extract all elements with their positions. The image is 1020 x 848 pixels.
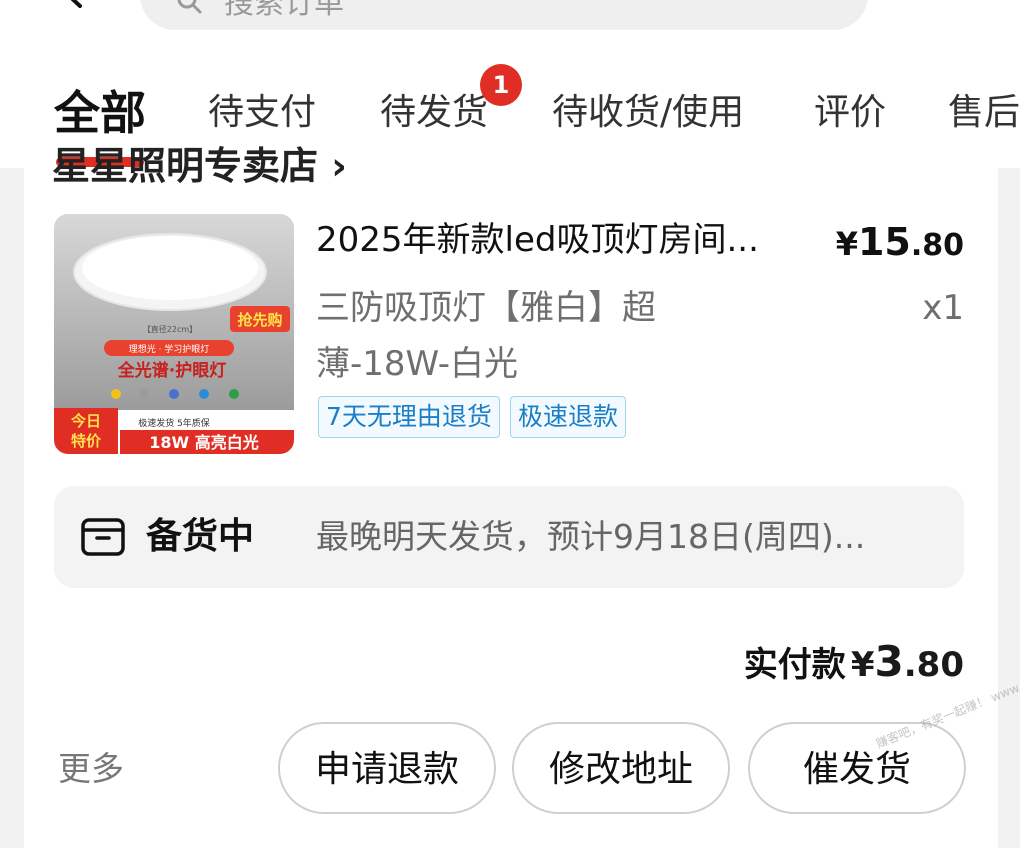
shipping-status-text: 最晚明天发货，预计9月18日(周四)... <box>316 517 866 556</box>
shipping-status-label: 备货中 <box>146 516 255 557</box>
search-placeholder: 搜索订单 <box>224 0 344 21</box>
ceiling-lamp-product-image: 抢先购 【直径22cm】 理想光 · 学习护眼灯 全光谱·护眼灯 今日 特价 极… <box>54 214 294 454</box>
svg-text:18W 高亮白光: 18W 高亮白光 <box>149 433 259 452</box>
promo-badge-text: 抢先购 <box>237 311 282 329</box>
search-icon <box>177 0 202 14</box>
return-policy-tag: 7天无理由退货 <box>318 396 500 438</box>
shop-name[interactable]: 星星照明专卖店 › <box>52 146 347 186</box>
svg-text:理想光 · 学习护眼灯: 理想光 · 学习护眼灯 <box>129 343 210 355</box>
svg-text:今日: 今日 <box>70 412 101 430</box>
pending-shipment-count-badge: 1 <box>480 64 522 106</box>
change-address-button[interactable]: 修改地址 <box>512 722 730 814</box>
request-refund-button[interactable]: 申请退款 <box>278 722 496 814</box>
tab-after-sales[interactable]: 售后 <box>948 78 1020 148</box>
product-quantity: x1 <box>922 288 964 328</box>
more-actions-link[interactable]: 更多 <box>58 744 124 794</box>
back-arrow-icon[interactable] <box>58 0 88 8</box>
svg-text:极速发货 5年质保: 极速发货 5年质保 <box>138 417 210 429</box>
tab-pending-payment[interactable]: 待支付 <box>208 78 316 148</box>
shipping-status-box[interactable]: 备货中 最晚明天发货，预计9月18日(周四)... <box>54 486 964 588</box>
svg-text:【直径22cm】: 【直径22cm】 <box>143 324 197 334</box>
tab-review[interactable]: 评价 <box>814 78 886 148</box>
search-bar[interactable]: 搜索订单 <box>140 0 868 30</box>
svg-text:全光谱·护眼灯: 全光谱·护眼灯 <box>117 360 226 381</box>
svg-text:特价: 特价 <box>71 432 102 450</box>
product-thumbnail[interactable]: 抢先购 【直径22cm】 理想光 · 学习护眼灯 全光谱·护眼灯 今日 特价 极… <box>54 214 294 454</box>
package-box-icon <box>81 518 125 556</box>
amount-paid: 实付款 ¥3.80 <box>743 637 964 686</box>
product-price: ¥15.80 <box>835 220 964 264</box>
product-spec: 三防吸顶灯【雅白】超薄-18W-白光 <box>316 288 656 384</box>
tab-pending-shipment[interactable]: 待发货 <box>380 78 488 148</box>
order-card[interactable]: 星星照明专卖店 › 抢先购 【直径22cm】 理想光 · 学习护眼灯 全光谱·护… <box>24 146 998 848</box>
product-title[interactable]: 2025年新款led吸顶灯房间... <box>316 214 816 266</box>
fast-refund-tag: 极速退款 <box>510 396 627 438</box>
top-header: 搜索订单 全部 待支付 待发货 待收货/使用 评价 售后 1 <box>0 0 1020 168</box>
tab-all[interactable]: 全部 <box>54 78 146 148</box>
tab-pending-receipt[interactable]: 待收货/使用 <box>552 78 744 148</box>
